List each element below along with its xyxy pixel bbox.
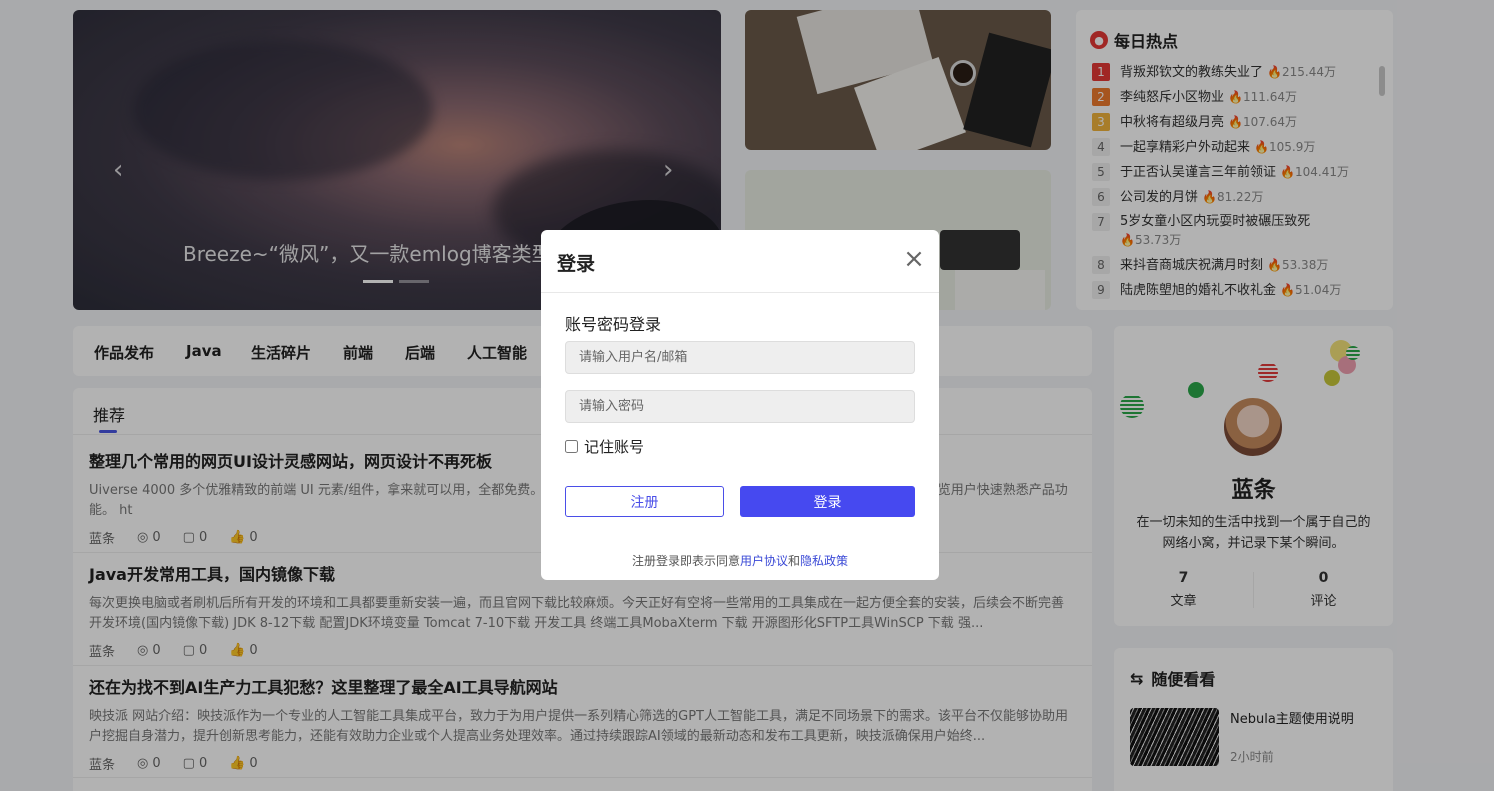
login-button[interactable]: 登录 [740, 486, 915, 517]
remember-account[interactable]: 记住账号 [565, 436, 644, 457]
login-subtitle: 账号密码登录 [565, 315, 662, 334]
remember-checkbox[interactable] [565, 440, 578, 453]
user-agreement-link[interactable]: 用户协议 [740, 554, 788, 568]
username-input[interactable] [565, 341, 915, 374]
register-button[interactable]: 注册 [565, 486, 724, 517]
login-modal: 登录 × 账号密码登录 记住账号 注册 登录 注册登录即表示同意用户协议和隐私政… [541, 230, 939, 580]
privacy-policy-link[interactable]: 隐私政策 [800, 554, 848, 568]
password-input[interactable] [565, 390, 915, 423]
remember-label: 记住账号 [584, 438, 645, 456]
close-icon[interactable]: × [903, 246, 925, 272]
agreement-text: 注册登录即表示同意用户协议和隐私政策 [631, 554, 849, 568]
modal-title: 登录 [557, 253, 596, 275]
